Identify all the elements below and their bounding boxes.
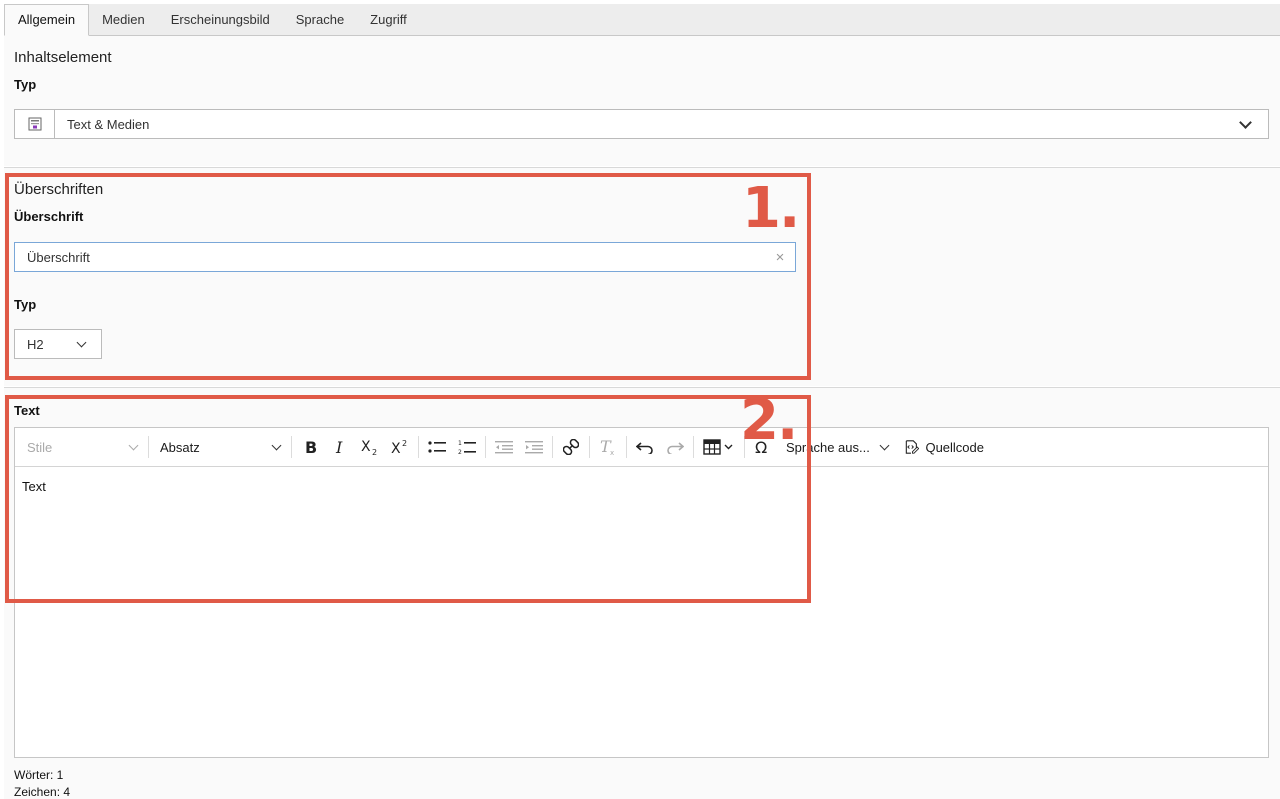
svg-text:1: 1 bbox=[458, 440, 462, 447]
subscript-icon[interactable]: X2 bbox=[355, 433, 385, 461]
chevron-down-icon bbox=[1239, 115, 1252, 129]
annotation-number-1: 1. bbox=[742, 176, 800, 241]
redo-icon[interactable] bbox=[660, 433, 690, 461]
italic-icon[interactable]: I bbox=[325, 433, 355, 461]
annotation-number-2: 2. bbox=[740, 388, 798, 453]
format-dropdown-label: Absatz bbox=[160, 439, 200, 455]
svg-text:x: x bbox=[610, 449, 614, 456]
source-code-icon bbox=[905, 440, 920, 454]
svg-text:2: 2 bbox=[402, 439, 407, 448]
heading-type-label: Typ bbox=[14, 297, 37, 312]
svg-text:2: 2 bbox=[458, 449, 462, 455]
text-media-icon bbox=[15, 110, 55, 138]
heading-input[interactable]: Überschrift × bbox=[14, 242, 796, 272]
toolbar-divider bbox=[148, 436, 149, 458]
text-label: Text bbox=[14, 403, 40, 418]
toolbar-divider bbox=[485, 436, 486, 458]
svg-text:B: B bbox=[305, 439, 317, 455]
tab-sprache[interactable]: Sprache bbox=[283, 4, 357, 35]
content-type-select[interactable]: Text & Medien bbox=[14, 109, 1269, 139]
chevron-down-icon bbox=[879, 440, 890, 450]
content-element-title: Inhaltselement bbox=[14, 49, 112, 66]
toolbar-divider bbox=[291, 436, 292, 458]
style-dropdown[interactable]: Stile bbox=[19, 433, 145, 461]
chevron-down-icon bbox=[271, 440, 282, 450]
heading-label: Überschrift bbox=[14, 209, 84, 224]
clear-icon[interactable]: × bbox=[765, 249, 795, 266]
char-count: Zeichen: 4 bbox=[14, 785, 71, 799]
toolbar-divider bbox=[693, 436, 694, 458]
tab-zugriff[interactable]: Zugriff bbox=[357, 4, 420, 35]
svg-text:I: I bbox=[335, 439, 343, 455]
bold-icon[interactable]: B bbox=[295, 433, 325, 461]
toolbar-divider bbox=[626, 436, 627, 458]
heading-type-value: H2 bbox=[27, 336, 44, 352]
remove-format-icon[interactable]: Tx bbox=[593, 433, 623, 461]
chevron-down-icon bbox=[76, 337, 87, 347]
chevron-down-icon bbox=[128, 440, 139, 450]
editor-content[interactable]: Text bbox=[15, 467, 1268, 506]
svg-text:X: X bbox=[391, 441, 401, 455]
word-count: Wörter: 1 bbox=[14, 768, 64, 782]
tab-allgemein[interactable]: Allgemein bbox=[4, 4, 90, 36]
indent-icon[interactable] bbox=[519, 433, 549, 461]
content-element-panel: Inhaltselement Typ Text & Medien bbox=[4, 36, 1280, 166]
source-code-label: Quellcode bbox=[925, 439, 984, 455]
headings-title: Überschriften bbox=[14, 181, 104, 198]
style-dropdown-label: Stile bbox=[27, 439, 53, 455]
undo-icon[interactable] bbox=[630, 433, 660, 461]
outdent-icon[interactable] bbox=[489, 433, 519, 461]
numbered-list-icon[interactable]: 12 bbox=[452, 433, 482, 461]
heading-input-value: Überschrift bbox=[27, 249, 90, 265]
tab-erscheinungsbild[interactable]: Erscheinungsbild bbox=[158, 4, 283, 35]
toolbar-divider bbox=[418, 436, 419, 458]
language-dropdown-label: Sprache aus... bbox=[786, 439, 870, 455]
rich-text-editor: Stile Absatz B I X2 X2 1 2 T x Ω Sprache… bbox=[14, 427, 1269, 758]
tab-bar: Allgemein Medien Erscheinungsbild Sprach… bbox=[4, 4, 1280, 36]
svg-text:2: 2 bbox=[372, 448, 377, 455]
editor-toolbar: Stile Absatz B I X2 X2 1 2 T x Ω Sprache… bbox=[15, 428, 1268, 467]
tab-medien[interactable]: Medien bbox=[89, 4, 158, 35]
heading-type-select[interactable]: H2 bbox=[14, 329, 102, 359]
bulleted-list-icon[interactable] bbox=[422, 433, 452, 461]
format-dropdown[interactable]: Absatz bbox=[152, 433, 288, 461]
headings-panel: Überschriften Überschrift Überschrift × … bbox=[4, 167, 1280, 386]
superscript-icon[interactable]: X2 bbox=[385, 433, 415, 461]
toolbar-divider bbox=[552, 436, 553, 458]
link-icon[interactable] bbox=[556, 433, 586, 461]
toolbar-divider bbox=[589, 436, 590, 458]
type-label: Typ bbox=[14, 77, 37, 92]
text-panel: Text Stile Absatz B I X2 X2 1 2 T x Ω Sp… bbox=[4, 387, 1280, 799]
content-type-value: Text & Medien bbox=[67, 116, 150, 132]
source-code-button[interactable]: Quellcode bbox=[896, 433, 992, 461]
svg-text:X: X bbox=[361, 439, 371, 455]
table-icon[interactable] bbox=[697, 433, 741, 461]
